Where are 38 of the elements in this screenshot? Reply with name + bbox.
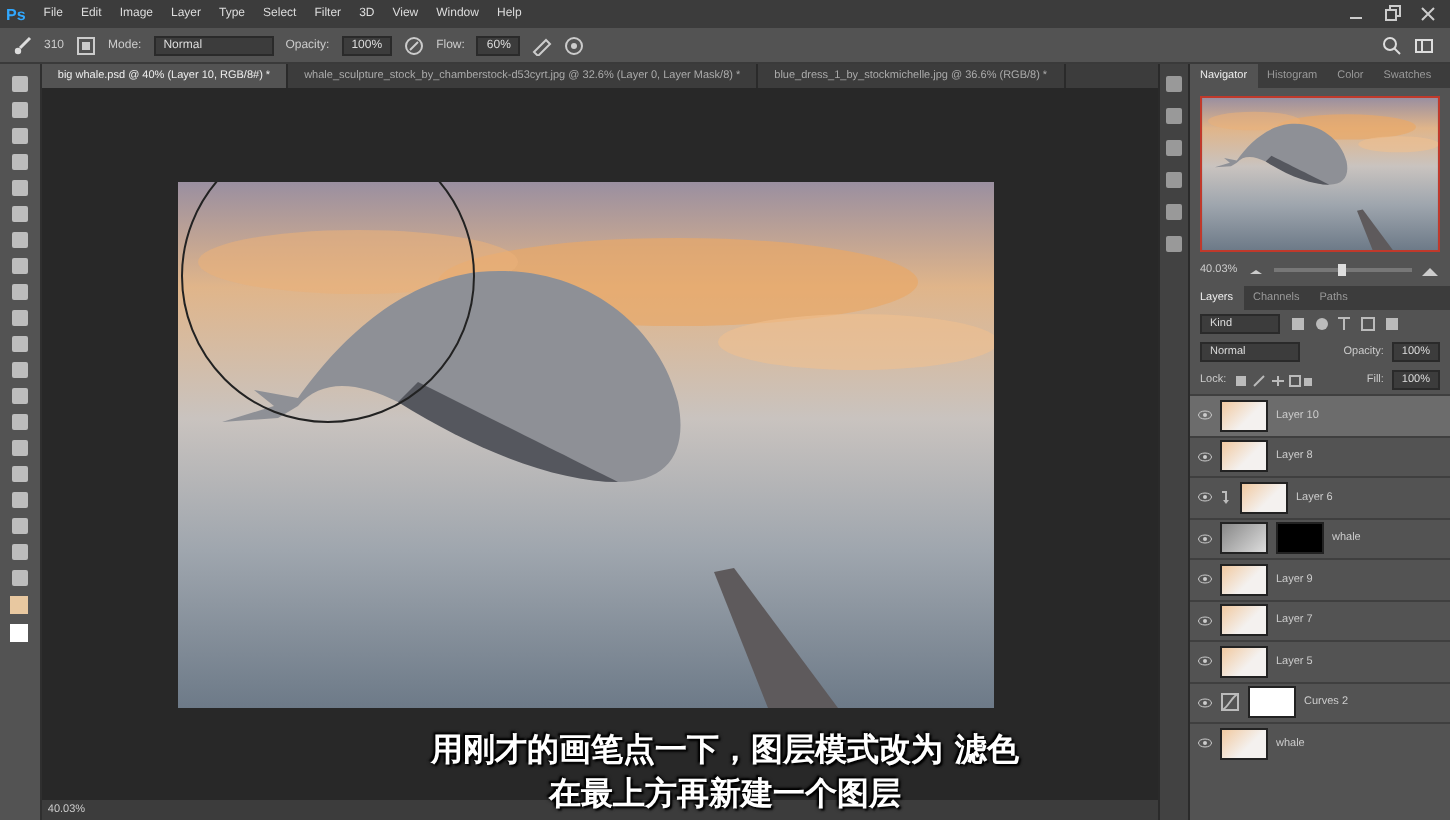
layer-mask-thumbnail — [1248, 686, 1296, 719]
eye-icon[interactable] — [1198, 697, 1212, 708]
brush-icon[interactable] — [12, 35, 32, 55]
layer-mask-thumbnail — [1276, 522, 1324, 555]
lock-icons[interactable] — [1234, 373, 1315, 387]
layer-thumbnail — [1220, 563, 1268, 596]
eye-icon[interactable] — [1198, 410, 1212, 421]
restore-icon[interactable] — [1382, 4, 1402, 24]
layer-thumbnail — [1220, 522, 1268, 555]
foreground-color-swatch[interactable] — [10, 596, 29, 614]
pier-drawing — [1357, 209, 1393, 250]
eye-icon[interactable] — [1198, 492, 1212, 503]
app-logo: Ps — [6, 5, 26, 23]
eye-icon[interactable] — [1198, 533, 1212, 544]
eye-icon[interactable] — [1198, 451, 1212, 462]
curves-icon — [1220, 692, 1240, 713]
layer-thumbnail — [1220, 727, 1268, 760]
subtitle-text: 用刚才的画笔点一下，图层模式改为 滤色 — [431, 730, 1019, 772]
eye-icon[interactable] — [1198, 615, 1212, 626]
background-color-swatch[interactable] — [10, 624, 29, 642]
subtitle-text: 在最上方再新建一个图层 — [549, 774, 901, 816]
eye-icon[interactable] — [1198, 738, 1212, 749]
pier-drawing — [713, 567, 838, 707]
whale-drawing — [1214, 123, 1348, 185]
layer-thumbnail — [1240, 481, 1288, 514]
close-icon[interactable] — [1418, 4, 1438, 24]
workspace-icon[interactable] — [1414, 35, 1434, 55]
pressure-size-icon[interactable] — [564, 35, 585, 55]
search-icon[interactable] — [1382, 35, 1402, 55]
layer-thumbnail — [1220, 399, 1268, 432]
layer-thumbnail — [1220, 604, 1268, 637]
eye-icon[interactable] — [1198, 574, 1212, 585]
pressure-icon[interactable] — [404, 35, 425, 55]
brush-panel-icon[interactable] — [76, 35, 97, 55]
layer-thumbnail — [1220, 645, 1268, 678]
eye-icon[interactable] — [1198, 656, 1212, 667]
zoom-slider[interactable] — [1338, 264, 1347, 276]
layer-thumbnail — [1220, 440, 1268, 473]
